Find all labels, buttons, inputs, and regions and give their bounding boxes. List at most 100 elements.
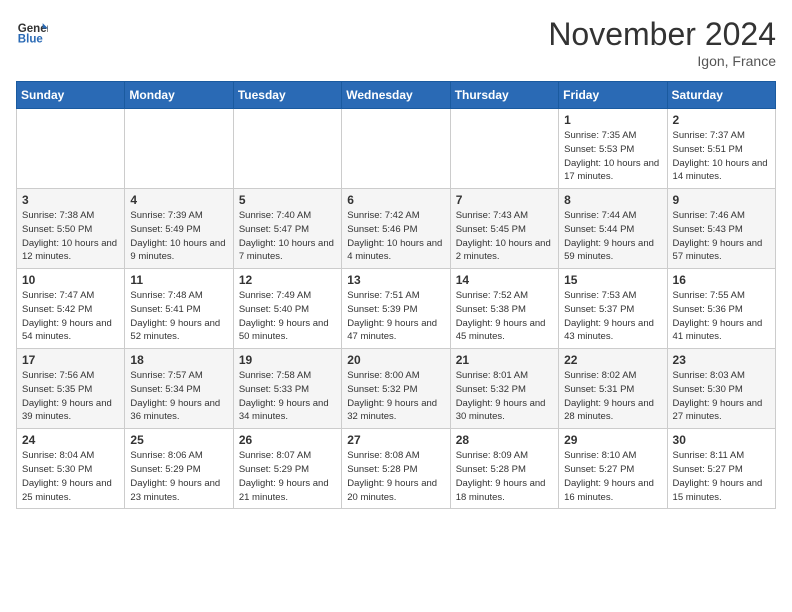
month-title: November 2024 <box>548 16 776 53</box>
day-number: 20 <box>347 353 444 367</box>
day-number: 28 <box>456 433 553 447</box>
day-number: 14 <box>456 273 553 287</box>
day-number: 24 <box>22 433 119 447</box>
calendar-cell: 18 Sunrise: 7:57 AM Sunset: 5:34 PM Dayli… <box>125 349 233 429</box>
day-info: Sunrise: 7:46 AM Sunset: 5:43 PM Dayligh… <box>673 209 770 264</box>
calendar-cell: 2 Sunrise: 7:37 AM Sunset: 5:51 PM Daylig… <box>667 109 775 189</box>
day-number: 22 <box>564 353 661 367</box>
day-number: 5 <box>239 193 336 207</box>
week-row-3: 10Sunrise: 7:47 AM Sunset: 5:42 PM Dayli… <box>17 269 776 349</box>
page-header: General Blue November 2024 Igon, France <box>16 16 776 69</box>
day-info: Sunrise: 7:55 AM Sunset: 5:36 PM Dayligh… <box>673 289 770 344</box>
calendar-cell: 15 Sunrise: 7:53 AM Sunset: 5:37 PM Dayli… <box>559 269 667 349</box>
day-info: Sunrise: 8:10 AM Sunset: 5:27 PM Dayligh… <box>564 449 661 504</box>
day-info: Sunrise: 7:39 AM Sunset: 5:49 PM Dayligh… <box>130 209 227 264</box>
day-info: Sunrise: 8:02 AM Sunset: 5:31 PM Dayligh… <box>564 369 661 424</box>
calendar-cell: 17 Sunrise: 7:56 AM Sunset: 5:35 PM Dayli… <box>17 349 125 429</box>
col-header-friday: Friday <box>559 82 667 109</box>
day-number: 30 <box>673 433 770 447</box>
week-row-1: 1 Sunrise: 7:35 AM Sunset: 5:53 PM Daylig… <box>17 109 776 189</box>
col-header-wednesday: Wednesday <box>342 82 450 109</box>
calendar-cell: 26Sunrise: 8:07 AM Sunset: 5:29 PM Dayli… <box>233 429 341 509</box>
calendar-cell: 13 Sunrise: 7:51 AM Sunset: 5:39 PM Dayli… <box>342 269 450 349</box>
day-info: Sunrise: 8:08 AM Sunset: 5:28 PM Dayligh… <box>347 449 444 504</box>
calendar-cell: 23 Sunrise: 8:03 AM Sunset: 5:30 PM Dayli… <box>667 349 775 429</box>
day-info: Sunrise: 7:35 AM Sunset: 5:53 PM Dayligh… <box>564 129 661 184</box>
day-number: 19 <box>239 353 336 367</box>
day-number: 21 <box>456 353 553 367</box>
day-number: 12 <box>239 273 336 287</box>
calendar-cell: 11 Sunrise: 7:48 AM Sunset: 5:41 PM Dayli… <box>125 269 233 349</box>
calendar-cell: 14 Sunrise: 7:52 AM Sunset: 5:38 PM Dayli… <box>450 269 558 349</box>
calendar-table: SundayMondayTuesdayWednesdayThursdayFrid… <box>16 81 776 509</box>
calendar-cell <box>342 109 450 189</box>
header-row: SundayMondayTuesdayWednesdayThursdayFrid… <box>17 82 776 109</box>
day-number: 10 <box>22 273 119 287</box>
day-info: Sunrise: 7:53 AM Sunset: 5:37 PM Dayligh… <box>564 289 661 344</box>
day-info: Sunrise: 7:38 AM Sunset: 5:50 PM Dayligh… <box>22 209 119 264</box>
day-number: 13 <box>347 273 444 287</box>
day-info: Sunrise: 7:52 AM Sunset: 5:38 PM Dayligh… <box>456 289 553 344</box>
day-number: 6 <box>347 193 444 207</box>
calendar-cell: 10Sunrise: 7:47 AM Sunset: 5:42 PM Dayli… <box>17 269 125 349</box>
col-header-monday: Monday <box>125 82 233 109</box>
week-row-4: 17 Sunrise: 7:56 AM Sunset: 5:35 PM Dayli… <box>17 349 776 429</box>
day-info: Sunrise: 7:57 AM Sunset: 5:34 PM Dayligh… <box>130 369 227 424</box>
calendar-cell: 24 Sunrise: 8:04 AM Sunset: 5:30 PM Dayli… <box>17 429 125 509</box>
calendar-cell: 30Sunrise: 8:11 AM Sunset: 5:27 PM Dayli… <box>667 429 775 509</box>
svg-text:Blue: Blue <box>18 34 44 46</box>
calendar-cell: 21 Sunrise: 8:01 AM Sunset: 5:32 PM Dayli… <box>450 349 558 429</box>
day-info: Sunrise: 7:48 AM Sunset: 5:41 PM Dayligh… <box>130 289 227 344</box>
calendar-cell: 29Sunrise: 8:10 AM Sunset: 5:27 PM Dayli… <box>559 429 667 509</box>
day-number: 8 <box>564 193 661 207</box>
day-info: Sunrise: 7:40 AM Sunset: 5:47 PM Dayligh… <box>239 209 336 264</box>
calendar-cell: 1 Sunrise: 7:35 AM Sunset: 5:53 PM Daylig… <box>559 109 667 189</box>
calendar-cell: 19 Sunrise: 7:58 AM Sunset: 5:33 PM Dayli… <box>233 349 341 429</box>
calendar-cell: 27Sunrise: 8:08 AM Sunset: 5:28 PM Dayli… <box>342 429 450 509</box>
calendar-cell: 7 Sunrise: 7:43 AM Sunset: 5:45 PM Daylig… <box>450 189 558 269</box>
day-info: Sunrise: 7:58 AM Sunset: 5:33 PM Dayligh… <box>239 369 336 424</box>
col-header-tuesday: Tuesday <box>233 82 341 109</box>
calendar-cell <box>17 109 125 189</box>
col-header-sunday: Sunday <box>17 82 125 109</box>
day-info: Sunrise: 7:51 AM Sunset: 5:39 PM Dayligh… <box>347 289 444 344</box>
day-number: 16 <box>673 273 770 287</box>
day-number: 9 <box>673 193 770 207</box>
day-info: Sunrise: 7:56 AM Sunset: 5:35 PM Dayligh… <box>22 369 119 424</box>
day-number: 17 <box>22 353 119 367</box>
day-info: Sunrise: 7:37 AM Sunset: 5:51 PM Dayligh… <box>673 129 770 184</box>
calendar-cell: 22 Sunrise: 8:02 AM Sunset: 5:31 PM Dayli… <box>559 349 667 429</box>
calendar-cell: 4 Sunrise: 7:39 AM Sunset: 5:49 PM Daylig… <box>125 189 233 269</box>
day-number: 18 <box>130 353 227 367</box>
week-row-2: 3 Sunrise: 7:38 AM Sunset: 5:50 PM Daylig… <box>17 189 776 269</box>
title-block: November 2024 Igon, France <box>548 16 776 69</box>
day-number: 4 <box>130 193 227 207</box>
day-info: Sunrise: 8:04 AM Sunset: 5:30 PM Dayligh… <box>22 449 119 504</box>
calendar-cell: 9 Sunrise: 7:46 AM Sunset: 5:43 PM Daylig… <box>667 189 775 269</box>
day-number: 23 <box>673 353 770 367</box>
calendar-cell: 12 Sunrise: 7:49 AM Sunset: 5:40 PM Dayli… <box>233 269 341 349</box>
day-number: 11 <box>130 273 227 287</box>
day-info: Sunrise: 8:01 AM Sunset: 5:32 PM Dayligh… <box>456 369 553 424</box>
day-number: 7 <box>456 193 553 207</box>
day-number: 25 <box>130 433 227 447</box>
day-info: Sunrise: 7:43 AM Sunset: 5:45 PM Dayligh… <box>456 209 553 264</box>
calendar-cell <box>450 109 558 189</box>
col-header-thursday: Thursday <box>450 82 558 109</box>
day-info: Sunrise: 8:06 AM Sunset: 5:29 PM Dayligh… <box>130 449 227 504</box>
day-info: Sunrise: 8:09 AM Sunset: 5:28 PM Dayligh… <box>456 449 553 504</box>
calendar-cell: 25 Sunrise: 8:06 AM Sunset: 5:29 PM Dayli… <box>125 429 233 509</box>
day-number: 15 <box>564 273 661 287</box>
calendar-cell: 28 Sunrise: 8:09 AM Sunset: 5:28 PM Dayli… <box>450 429 558 509</box>
calendar-cell: 6Sunrise: 7:42 AM Sunset: 5:46 PM Daylig… <box>342 189 450 269</box>
day-number: 3 <box>22 193 119 207</box>
day-info: Sunrise: 7:49 AM Sunset: 5:40 PM Dayligh… <box>239 289 336 344</box>
day-number: 2 <box>673 113 770 127</box>
location: Igon, France <box>548 53 776 69</box>
day-info: Sunrise: 8:03 AM Sunset: 5:30 PM Dayligh… <box>673 369 770 424</box>
calendar-cell: 8Sunrise: 7:44 AM Sunset: 5:44 PM Daylig… <box>559 189 667 269</box>
calendar-cell <box>233 109 341 189</box>
day-info: Sunrise: 8:00 AM Sunset: 5:32 PM Dayligh… <box>347 369 444 424</box>
logo: General Blue <box>16 16 48 48</box>
day-number: 1 <box>564 113 661 127</box>
